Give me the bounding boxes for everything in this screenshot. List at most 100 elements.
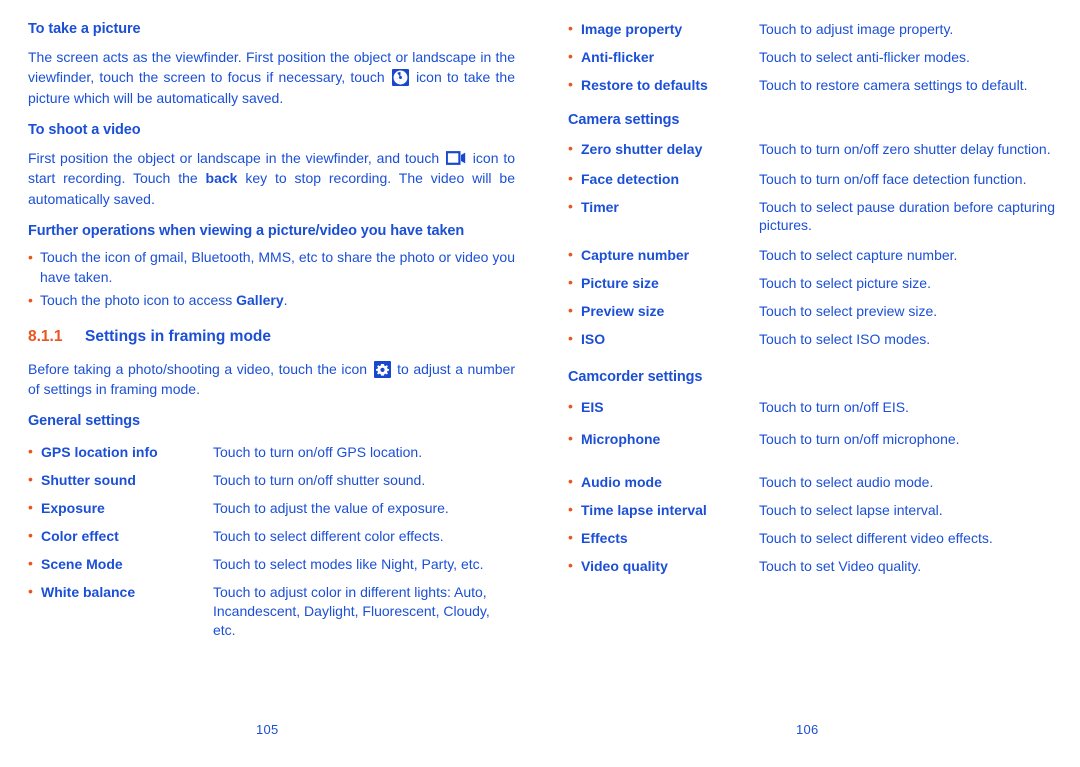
left-page-column: To take a picture The screen acts as the… (28, 20, 515, 648)
setting-term-label: Color effect (41, 528, 119, 545)
bullet-icon: • (568, 429, 573, 446)
table-row: • Face detection Touch to turn on/off fac… (568, 170, 1055, 189)
camera-shutter-icon (391, 69, 409, 87)
bullet-icon: • (28, 471, 33, 488)
setting-term-label: Timer (581, 198, 619, 215)
camera-settings-list: • Zero shutter delay Touch to turn on/off… (568, 140, 1055, 349)
setting-term: • Scene Mode (28, 555, 213, 574)
table-row: • Scene Mode Touch to select modes like N… (28, 555, 515, 574)
shoot-video-back-key: back (205, 170, 238, 187)
setting-term-label: Image property (581, 21, 683, 37)
heading-to-shoot-a-video: To shoot a video (28, 122, 141, 139)
table-row: • Video quality Touch to set Video qualit… (568, 557, 1055, 576)
table-row: • Preview size Touch to select preview si… (568, 302, 1055, 321)
setting-term: • Preview size (568, 302, 759, 321)
setting-term: • GPS location info (28, 443, 213, 462)
setting-description: Touch to select different video effects. (759, 529, 993, 546)
setting-term: • Time lapse interval (568, 501, 759, 520)
setting-description: Touch to select picture size. (759, 275, 931, 292)
table-row: • Restore to defaults Touch to restore ca… (568, 76, 1055, 95)
general-settings-continued-list: • Image property Touch to adjust image pr… (568, 20, 1055, 95)
bullet-icon: • (568, 500, 573, 517)
setting-term: • Exposure (28, 499, 213, 518)
setting-description: Touch to select preview size. (759, 303, 938, 320)
setting-term: • ISO (568, 330, 759, 349)
section-title: Settings in framing mode (85, 328, 272, 346)
setting-term-label: Effects (581, 529, 628, 546)
bullet-icon: • (28, 443, 33, 460)
further-operations-bullet-list: • Touch the icon of gmail, Bluetooth, MMS… (28, 247, 515, 310)
setting-term-label: Microphone (581, 430, 661, 447)
table-row: • Exposure Touch to adjust the value of e… (28, 499, 515, 518)
bullet-icon: • (568, 47, 573, 64)
setting-description: Touch to select audio mode. (759, 473, 934, 490)
setting-description: Touch to select anti-flicker modes. (759, 48, 970, 65)
setting-term-label: Exposure (41, 500, 105, 517)
camcorder-settings-list-b: • Audio mode Touch to select audio mode. … (568, 473, 1055, 576)
setting-term: • Video quality (568, 557, 759, 576)
bullet-icon: • (568, 139, 573, 156)
bullet-icon: • (568, 330, 573, 347)
bullet-icon: • (568, 75, 573, 92)
setting-term: • Shutter sound (28, 471, 213, 490)
setting-term: • Color effect (28, 527, 213, 546)
table-row: • ISO Touch to select ISO modes. (568, 330, 1055, 349)
setting-description: Touch to select ISO modes. (759, 331, 931, 348)
bullet-icon: • (568, 556, 573, 573)
table-row: • Time lapse interval Touch to select lap… (568, 501, 1055, 520)
setting-description: Touch to select lapse interval. (759, 501, 943, 518)
list-item: • Touch the icon of gmail, Bluetooth, MMS… (28, 247, 515, 288)
setting-term-label: White balance (41, 583, 136, 600)
table-row: • Microphone Touch to turn on/off microph… (568, 430, 1055, 449)
setting-term-label: Anti-flicker (581, 48, 655, 65)
table-row: • Capture number Touch to select capture … (568, 246, 1055, 265)
setting-description: Touch to select pause duration before ca… (759, 198, 1055, 234)
bullet-icon: • (568, 20, 573, 36)
bullet-icon: • (568, 246, 573, 263)
setting-description: Touch to select capture number. (759, 247, 958, 264)
table-row: • Shutter sound Touch to turn on/off shut… (28, 471, 515, 490)
paragraph-shoot-a-video: First position the object or landscape i… (28, 148, 515, 209)
setting-term-label: Face detection (581, 170, 680, 187)
page-number-right: 106 (796, 722, 819, 737)
table-row: • Image property Touch to adjust image pr… (568, 20, 1055, 39)
setting-term: • Picture size (568, 274, 759, 293)
bullet-icon: • (568, 472, 573, 489)
table-row: • Timer Touch to select pause duration be… (568, 198, 1055, 236)
heading-camera-settings: Camera settings (568, 111, 680, 128)
setting-term-label: Picture size (581, 275, 659, 292)
setting-term: • Anti-flicker (568, 48, 759, 67)
setting-term: • White balance (28, 583, 213, 602)
setting-term: • Effects (568, 529, 759, 548)
paragraph-framing-mode: Before taking a photo/shooting a video, … (28, 359, 515, 400)
setting-term-label: Shutter sound (41, 472, 136, 489)
setting-term-label: Preview size (581, 303, 665, 320)
table-row: • Picture size Touch to select picture si… (568, 274, 1055, 293)
setting-term: • Capture number (568, 246, 759, 265)
table-row: • EIS Touch to turn on/off EIS. (568, 398, 1055, 417)
setting-term-label: ISO (581, 331, 606, 348)
setting-term: • Face detection (568, 170, 759, 189)
shoot-video-text-part1: First position the object or landscape i… (28, 150, 444, 167)
table-row: • White balance Touch to adjust color in … (28, 583, 515, 640)
heading-to-take-a-picture: To take a picture (28, 21, 141, 37)
section-heading-8-1-1: 8.1.1 Settings in framing mode (28, 328, 515, 347)
camcorder-settings-list-a: • EIS Touch to turn on/off EIS. • Micropho… (568, 398, 1055, 449)
setting-term: • Restore to defaults (568, 76, 759, 95)
heading-camcorder-settings: Camcorder settings (568, 368, 703, 385)
setting-term-label: Time lapse interval (581, 501, 707, 518)
setting-term: • EIS (568, 398, 759, 417)
setting-description: Touch to select different color effects. (213, 528, 444, 545)
bullet-icon: • (568, 528, 573, 545)
setting-description: Touch to set Video quality. (759, 557, 922, 574)
setting-term-label: Zero shutter delay (581, 140, 703, 157)
setting-description: Touch to select modes like Night, Party,… (213, 555, 484, 572)
bullet-icon: • (568, 302, 573, 319)
setting-description: Touch to adjust color in different light… (213, 583, 490, 638)
bullet-icon: • (28, 249, 33, 266)
setting-description: Touch to turn on/off microphone. (759, 430, 960, 447)
setting-term-label: Scene Mode (41, 555, 123, 572)
table-row: • Color effect Touch to select different … (28, 527, 515, 546)
setting-term-label: Restore to defaults (581, 76, 708, 93)
